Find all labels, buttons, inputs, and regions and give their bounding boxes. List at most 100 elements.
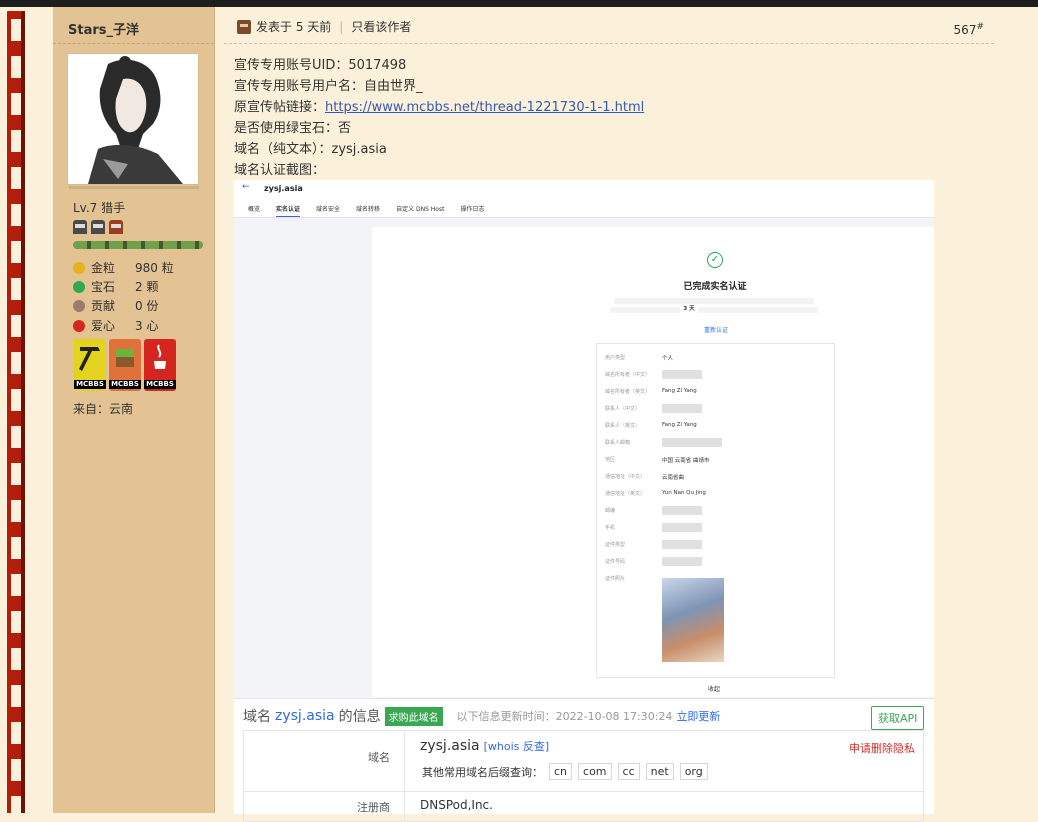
registrant-row-value: Yun Nan Qu Jing <box>662 490 706 496</box>
registrant-row-label: 域名所有者（中文） <box>605 372 651 378</box>
user-info-panel: Stars_子洋 Lv.7 猎手 金粒 980 粒 宝石 2 颗 贡献 0 份 … <box>53 7 215 813</box>
suffix-com-link[interactable]: com <box>578 763 612 780</box>
golden-pickaxe-medal-icon[interactable]: MCBBS <box>74 339 106 391</box>
screenshot-heading: 已完成实名认证 <box>683 282 747 292</box>
border-brick <box>7 122 25 160</box>
user-level[interactable]: Lv.7 猎手 <box>73 199 125 216</box>
border-brick <box>7 48 25 86</box>
user-location: 来自：云南 <box>73 402 134 416</box>
grass-block-medal-icon[interactable]: MCBBS <box>109 339 141 391</box>
whois-panel: 域名 zysj.asia 的信息 求购此域名 以下信息更新时间：2022-10-… <box>234 698 934 822</box>
screenshot-tabs: 概览 实名认证 域名安全 域名转移 自定义 DNS Host 操作日志 <box>248 204 484 217</box>
whois-title: 域名 zysj.asia 的信息 求购此域名 以下信息更新时间：2022-10-… <box>243 706 721 726</box>
row-label-domain: 域名 <box>244 731 405 792</box>
content-line-uid: 宣传专用账号UID：5017498 <box>234 58 407 73</box>
screenshot-tab: 自定义 DNS Host <box>396 206 445 213</box>
border-brick <box>7 85 25 123</box>
screenshot-header: ← zysj.asia 概览 实名认证 域名安全 域名转移 自定义 DNS Ho… <box>234 180 934 218</box>
thread-link[interactable]: https://www.mcbbs.net/thread-1221730-1-1… <box>325 100 644 115</box>
stat-love: 爱心 3 心 <box>73 317 158 334</box>
decorative-left-border <box>0 7 52 813</box>
divider <box>53 43 214 44</box>
experience-bar <box>73 241 203 249</box>
blurred-value <box>662 523 702 532</box>
content-line-link: 原宣传帖链接：https://www.mcbbs.net/thread-1221… <box>234 100 645 115</box>
screenshot-title: zysj.asia <box>264 184 303 193</box>
reverify-link: 重新认证 <box>704 327 729 334</box>
border-brick <box>7 529 25 567</box>
refresh-link[interactable]: 立即更新 <box>676 710 720 723</box>
registrant-row-label: 联系人邮箱 <box>605 440 631 446</box>
stat-gold: 金粒 980 粒 <box>73 259 174 276</box>
suffix-org-link[interactable]: org <box>679 763 708 780</box>
content-line-domain: 域名（纯文本）：zysj.asia <box>234 142 387 157</box>
screenshot-tab: 概览 <box>248 206 261 213</box>
content-line-username: 宣传专用账号用户名：自由世界_ <box>234 79 423 94</box>
border-brick <box>7 418 25 456</box>
suffix-cc-link[interactable]: cc <box>617 763 640 780</box>
username-link[interactable]: Stars_子洋 <box>68 19 139 38</box>
post-header-divider <box>224 43 994 44</box>
registrant-row-value: Fang Zi Yang <box>662 422 697 428</box>
suffix-net-link[interactable]: net <box>645 763 674 780</box>
collapse-label: 收起 <box>708 686 721 693</box>
floor-number[interactable]: 567# <box>954 22 984 37</box>
blurred-value <box>662 506 702 515</box>
privacy-removal-link[interactable]: 申请删除隐私 <box>849 740 915 756</box>
border-brick <box>7 640 25 678</box>
get-api-button[interactable]: 获取API <box>871 706 925 730</box>
border-brick <box>7 233 25 271</box>
registrant-row-label: 邮编 <box>605 508 616 514</box>
stat-emerald: 宝石 2 颗 <box>73 278 158 295</box>
helmet-icon <box>91 220 105 234</box>
registrant-row-label: 联系人（中文） <box>605 406 641 412</box>
border-brick <box>7 603 25 641</box>
border-brick <box>7 492 25 530</box>
blurred-value <box>662 557 702 566</box>
java-medal-icon[interactable]: MCBBS <box>144 339 176 391</box>
registrant-row-value: 个人 <box>662 356 674 362</box>
update-info: 以下信息更新时间：2022-10-08 17:30:24 立即更新 <box>456 710 721 723</box>
registrant-row-label: 地区 <box>605 457 616 463</box>
suffix-query: 其他常用域名后缀查询： cn com cc net org <box>422 763 708 780</box>
screenshot-tab: 域名转移 <box>356 206 381 213</box>
border-brick <box>7 381 25 419</box>
suffix-cn-link[interactable]: cn <box>549 763 573 780</box>
whois-reverse-link[interactable]: [whois 反查] <box>484 740 550 753</box>
row-label-registrar: 注册商 <box>244 791 405 821</box>
registrant-row-label: 证件号码 <box>605 559 626 565</box>
screenshot-tab-active: 实名认证 <box>276 204 301 217</box>
post-time: 发表于 5 天前 <box>256 20 332 34</box>
screenshot-description: 3 天 <box>604 297 824 314</box>
blurred-value <box>662 404 702 413</box>
registrant-row-value: 中国 云南省 曲靖市 <box>662 458 710 464</box>
blurred-id-photo <box>662 578 724 662</box>
content-line-screenshot-label: 域名认证截图： <box>234 163 326 178</box>
helmet-icon <box>109 220 123 234</box>
border-brick <box>7 270 25 308</box>
gold-nugget-icon <box>73 261 85 274</box>
apple-heart-icon <box>73 319 85 332</box>
back-arrow-icon: ← <box>242 182 250 192</box>
registrant-row-value: Fang Zi Yang <box>662 388 697 394</box>
buy-domain-button[interactable]: 求购此域名 <box>384 706 443 726</box>
whois-domain: zysj.asia <box>275 708 335 724</box>
registrant-row-label: 通信地址（中文） <box>605 474 646 480</box>
border-brick <box>7 159 25 197</box>
border-brick <box>7 455 25 493</box>
only-author-link[interactable]: 只看该作者 <box>351 18 411 35</box>
creeper-face-icon <box>237 19 251 34</box>
stat-contribution: 贡献 0 份 <box>73 297 158 314</box>
registrant-row-label: 手机 <box>605 525 616 531</box>
border-brick <box>7 196 25 234</box>
post-content: 宣传专用账号UID：5017498 宣传专用账号用户名：自由世界_ 原宣传帖链接… <box>234 55 644 181</box>
post-meta: 发表于 5 天前 | 只看该作者 <box>237 18 411 35</box>
registrar-value: DNSPod,Inc. <box>420 798 493 812</box>
registrant-row-value: 云南省曲 <box>662 475 685 481</box>
avatar[interactable] <box>67 53 199 185</box>
emerald-icon <box>73 280 85 293</box>
border-brick <box>7 344 25 382</box>
border-brick <box>7 307 25 345</box>
border-brick <box>7 677 25 715</box>
blurred-value <box>662 438 722 447</box>
